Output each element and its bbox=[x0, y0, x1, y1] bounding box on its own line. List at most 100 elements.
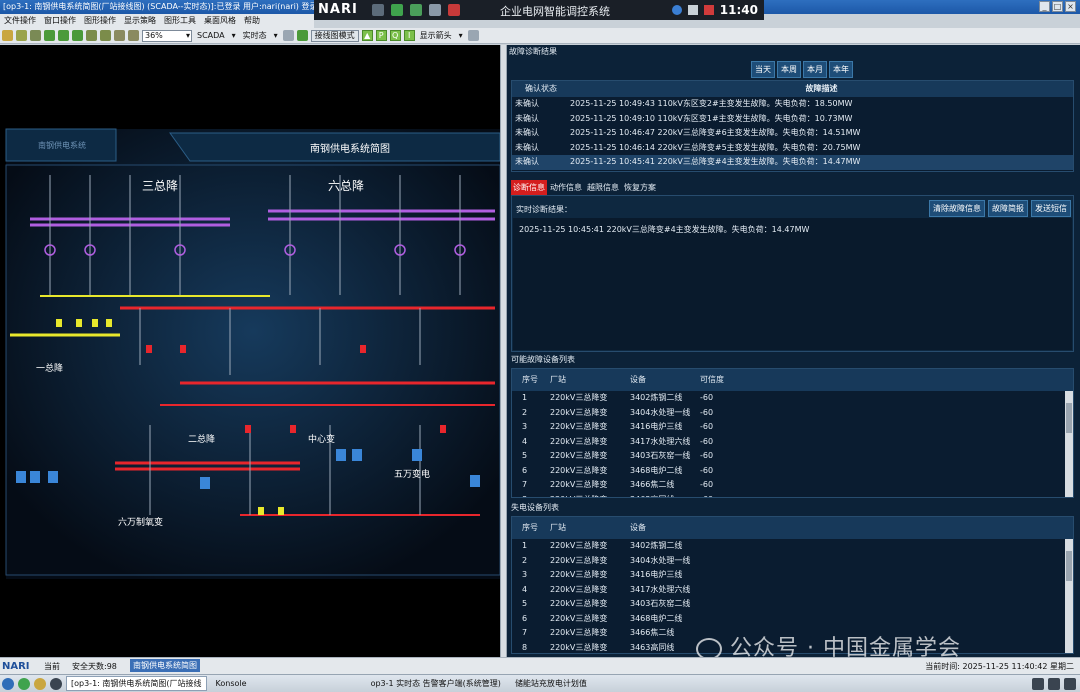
table-row[interactable]: 未确认 2025-11-25 10:46:47 220kV三总降变#6主变发生故障… bbox=[512, 126, 1073, 141]
menu-file[interactable]: 文件操作 bbox=[4, 14, 36, 28]
forward-icon[interactable] bbox=[58, 30, 69, 41]
home-icon[interactable] bbox=[72, 30, 83, 41]
table-row[interactable]: 1 220kV三总降变 3402炼钢二线 bbox=[512, 539, 1073, 554]
current-label: 当前 bbox=[44, 662, 60, 671]
table-row[interactable]: 未确认 2025-11-25 10:49:10 110kV东区变1#主变发生故障。… bbox=[512, 112, 1073, 127]
menu-window[interactable]: 窗口操作 bbox=[44, 14, 76, 28]
files-icon[interactable] bbox=[34, 677, 46, 690]
zoom-select[interactable]: 36% bbox=[142, 29, 192, 42]
volume-icon[interactable] bbox=[1048, 677, 1060, 690]
table-row[interactable]: 4 220kV三总降变 3417水处理六线 bbox=[512, 583, 1073, 598]
fault-report-button[interactable]: 故障简报 bbox=[988, 200, 1028, 217]
table-row[interactable]: 8220kV三总降变3463高同线-60 bbox=[512, 493, 1073, 498]
menu-style[interactable]: 桌面风格 bbox=[204, 14, 236, 28]
user-icon[interactable] bbox=[429, 4, 441, 16]
refresh-icon[interactable] bbox=[391, 4, 403, 16]
active-diagram-tab[interactable]: 南钢供电系统简图 bbox=[130, 659, 200, 672]
station-label: 六总降 bbox=[328, 179, 364, 193]
period-year[interactable]: 本年 bbox=[829, 61, 853, 78]
tab-diagnosis[interactable]: 诊断信息 bbox=[511, 180, 547, 195]
one-line-diagram[interactable]: 南钢供电系统 南钢供电系统简图 三总降 六总降 一总降 二总降 中心变 五万变电… bbox=[0, 45, 500, 657]
panel-splitter[interactable] bbox=[500, 45, 507, 657]
maximize-icon[interactable]: □ bbox=[1052, 1, 1063, 12]
diagnosis-actions: 清除故障信息 故障简报 发送短信 bbox=[929, 200, 1071, 217]
table-row[interactable]: 3 220kV三总降变 3416电炉三线 bbox=[512, 568, 1073, 583]
taskbar-item[interactable]: 储能站充放电计划值 bbox=[510, 676, 592, 691]
period-today[interactable]: 当天 bbox=[751, 61, 775, 78]
app-select[interactable]: SCADA bbox=[195, 31, 227, 40]
mode-button[interactable]: 接线图模式 bbox=[310, 29, 359, 42]
menu-graphic[interactable]: 图形操作 bbox=[84, 14, 116, 28]
save-icon[interactable] bbox=[30, 30, 41, 41]
chevron-down-icon[interactable]: ▾ bbox=[457, 31, 465, 40]
show-arrow-toggle[interactable]: 显示箭头 bbox=[418, 30, 454, 41]
minimize-icon[interactable]: _ bbox=[1039, 1, 1050, 12]
table-row[interactable]: 6 220kV三总降变 3468电炉二线 -60 bbox=[512, 464, 1073, 479]
table-row[interactable]: 6 220kV三总降变 3468电炉二线 bbox=[512, 612, 1073, 627]
zoom-in-icon[interactable] bbox=[86, 30, 97, 41]
settings-icon[interactable] bbox=[372, 4, 384, 16]
table-cell: 3463高同线 bbox=[630, 642, 675, 652]
alarm-icon[interactable] bbox=[410, 4, 422, 16]
table-row[interactable]: 未确认 2025-11-25 10:46:14 220kV三总降变#5主变发生故障… bbox=[512, 141, 1073, 156]
table-cell: 220kV三总降变 bbox=[550, 451, 608, 460]
table-row[interactable]: 5 220kV三总降变 3403石灰窑一线 -60 bbox=[512, 449, 1073, 464]
zoom-out-icon[interactable] bbox=[100, 30, 111, 41]
p-icon[interactable]: P bbox=[375, 30, 387, 41]
pan-icon[interactable] bbox=[114, 30, 125, 41]
chevron-down-icon[interactable]: ▾ bbox=[230, 31, 238, 40]
table-cell: 2 bbox=[522, 555, 528, 565]
table-cell: 1 bbox=[522, 541, 528, 550]
flag-icon bbox=[703, 5, 714, 15]
browser-icon[interactable] bbox=[18, 677, 30, 690]
lock-icon[interactable] bbox=[1064, 677, 1076, 690]
q-icon[interactable]: Q bbox=[389, 30, 401, 41]
menu-display[interactable]: 显示策略 bbox=[124, 14, 156, 28]
table-row-selected[interactable]: 未确认 2025-11-25 10:45:41 220kV三总降变#4主变发生故障… bbox=[512, 155, 1073, 170]
tab-action[interactable]: 动作信息 bbox=[548, 180, 584, 195]
scrollbar[interactable] bbox=[1065, 539, 1073, 653]
open-icon[interactable] bbox=[16, 30, 27, 41]
table-row[interactable]: 未确认 2025-11-25 10:49:43 110kV东区变2#主变发生故障。… bbox=[512, 97, 1073, 112]
table-row[interactable]: 2 220kV三总降变 3404水处理一线 bbox=[512, 554, 1073, 569]
close-icon[interactable]: × bbox=[1065, 1, 1076, 12]
desc-cell: 2025-11-25 10:46:14 220kV三总降变#5主变发生故障。失电… bbox=[570, 142, 861, 152]
scrollbar[interactable] bbox=[1065, 391, 1073, 497]
period-month[interactable]: 本月 bbox=[803, 61, 827, 78]
layer-icon[interactable] bbox=[282, 30, 294, 41]
state-select[interactable]: 实时态 bbox=[241, 30, 269, 41]
terminal-icon[interactable] bbox=[50, 677, 62, 690]
period-week[interactable]: 本周 bbox=[777, 61, 801, 78]
table-row[interactable]: 4 220kV三总降变 3417水处理六线 -60 bbox=[512, 435, 1073, 450]
start-icon[interactable] bbox=[2, 677, 14, 690]
table-row[interactable]: 3 220kV三总降变 3416电炉三线 -60 bbox=[512, 420, 1073, 435]
signal-icon[interactable]: ▲ bbox=[361, 30, 373, 41]
chevron-down-icon[interactable]: ▾ bbox=[272, 31, 280, 40]
taskbar-item[interactable]: op3-1 实时态 告警客户端(系统管理) bbox=[366, 676, 506, 691]
monitor-icon[interactable] bbox=[1032, 677, 1044, 690]
tab-recovery[interactable]: 恢复方案 bbox=[622, 180, 658, 195]
back-icon[interactable] bbox=[44, 30, 55, 41]
table-row[interactable]: 7 220kV三总降变 3466焦二线 -60 bbox=[512, 478, 1073, 493]
pin-icon[interactable] bbox=[296, 30, 308, 41]
table-cell: 3403石灰窑一线 bbox=[630, 451, 691, 460]
menu-help[interactable]: 帮助 bbox=[244, 14, 260, 28]
lock-icon[interactable] bbox=[2, 30, 13, 41]
taskbar-item[interactable]: Konsole bbox=[211, 677, 252, 690]
i-icon[interactable]: I bbox=[403, 30, 415, 41]
menu-tools[interactable]: 图形工具 bbox=[164, 14, 196, 28]
send-sms-button[interactable]: 发送短信 bbox=[1031, 200, 1071, 217]
table-cell: 3402炼钢二线 bbox=[630, 393, 683, 402]
table-row[interactable]: 2 220kV三总降变 3404水处理一线 -60 bbox=[512, 406, 1073, 421]
report-icon[interactable] bbox=[448, 4, 460, 16]
table-row[interactable]: 5 220kV三总降变 3403石灰窑二线 bbox=[512, 597, 1073, 612]
table-row[interactable]: 1 220kV三总降变 3402炼钢二线 -60 bbox=[512, 391, 1073, 406]
taskbar-item[interactable]: [op3-1: 南钢供电系统简图(厂站接线 bbox=[66, 676, 207, 691]
lost-title: 失电设备列表 bbox=[511, 503, 559, 512]
fit-icon[interactable] bbox=[128, 30, 139, 41]
table-cell: 3404水处理一线 bbox=[630, 555, 691, 565]
panel-icon[interactable] bbox=[467, 30, 479, 41]
clear-fault-button[interactable]: 清除故障信息 bbox=[929, 200, 985, 217]
tab-limit[interactable]: 越限信息 bbox=[585, 180, 621, 195]
column-header: 确认状态 bbox=[525, 84, 557, 93]
